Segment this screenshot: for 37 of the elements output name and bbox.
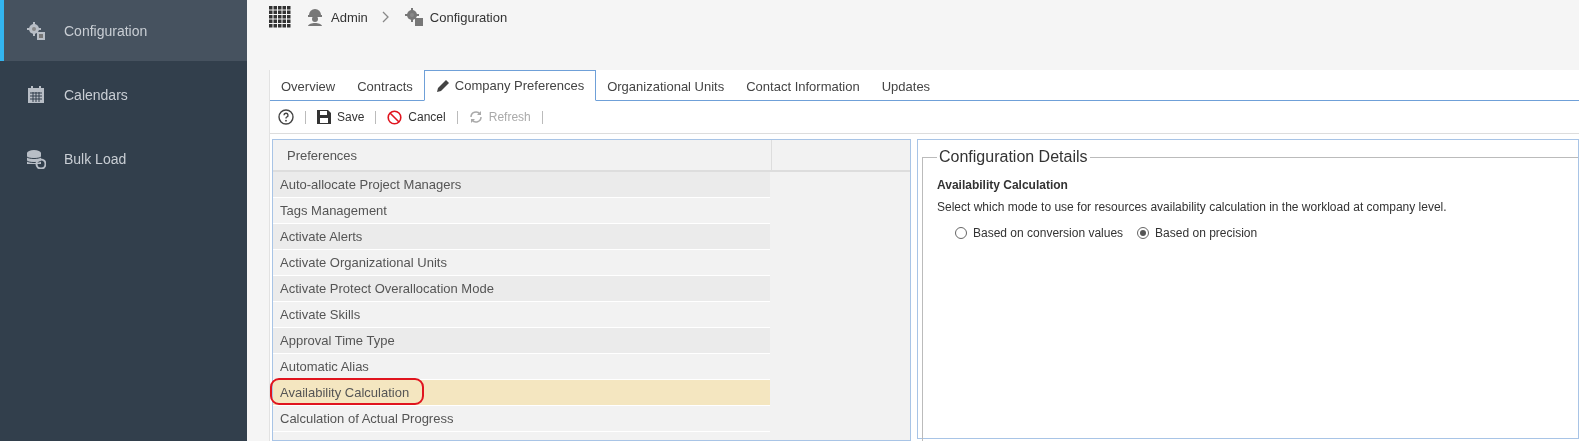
preference-row[interactable]: Auto-allocate Project Managers (273, 172, 770, 198)
save-button[interactable]: Save (317, 110, 365, 124)
database-icon (26, 148, 46, 169)
pencil-icon (435, 78, 451, 93)
tab[interactable]: Contracts (346, 71, 424, 101)
chevron-icon (381, 11, 390, 23)
fieldset-legend: Configuration Details (937, 148, 1090, 166)
help-button[interactable] (278, 109, 294, 125)
tab[interactable]: Overview (270, 71, 347, 101)
preference-row[interactable]: Activate Alerts (273, 224, 770, 250)
tab[interactable]: Organizational Units (596, 71, 736, 101)
gear-icon (403, 7, 424, 27)
preference-row[interactable]: Activate Protect Overallocation Mode (273, 276, 770, 302)
app-grid-icon[interactable] (269, 6, 291, 28)
breadcrumb-link[interactable]: Admin (305, 7, 368, 27)
radio-option[interactable]: Based on conversion values (955, 226, 1124, 240)
column-header: Preferences (273, 140, 772, 170)
floppy-icon (317, 110, 331, 124)
tab[interactable]: Contact Information (735, 71, 871, 101)
worker-icon (305, 7, 325, 27)
calendar-icon (26, 84, 46, 105)
cancel-button[interactable]: Cancel (387, 109, 446, 125)
help-icon (278, 109, 294, 125)
preference-row[interactable]: Availability Calculation (273, 380, 770, 406)
sidebar-item[interactable]: Configuration (0, 0, 247, 61)
sidebar-item[interactable]: Calendars (0, 64, 247, 125)
tab[interactable]: Company Preferences (423, 70, 597, 101)
refresh-icon (468, 110, 483, 124)
gear-icon (26, 20, 46, 41)
preference-row[interactable]: Approval Time Type (273, 328, 770, 354)
setting-description: Select which mode to use for resources availability calculation in the workload at company level. (937, 200, 1448, 214)
radio-option[interactable]: Based on precision (1137, 226, 1258, 240)
setting-heading: Availability Calculation (937, 178, 1069, 192)
breadcrumb-link[interactable]: Configuration (403, 7, 508, 27)
cancel-icon (387, 109, 403, 125)
sidebar-item[interactable]: Bulk Load (0, 128, 247, 189)
tab[interactable]: Updates (870, 71, 942, 101)
